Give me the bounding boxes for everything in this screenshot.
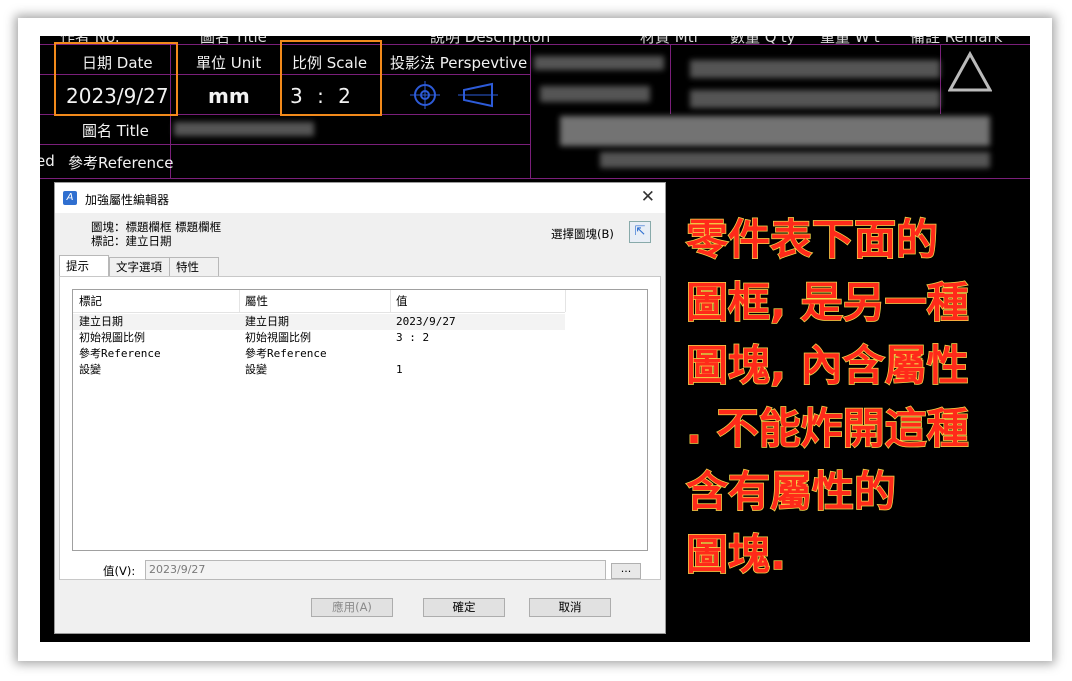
reference-label: 參考Reference (68, 154, 174, 172)
annotation-line: 零件表下面的 (685, 214, 939, 265)
annotation-line: 圖框, 是另一種 (685, 277, 969, 328)
perspective-label: 投影法 Perspevtive (390, 54, 528, 72)
row-value: 1 (396, 363, 403, 376)
row-prompt: 設變 (245, 363, 267, 376)
row-prompt: 初始視圖比例 (245, 331, 311, 344)
top-row-label-4: 材質 Mtl (640, 36, 698, 46)
table-row[interactable]: 初始視圖比例 初始視圖比例 3 : 2 (73, 330, 565, 346)
more-button[interactable]: ... (611, 563, 641, 579)
left-fragment-text: ed (40, 152, 55, 170)
annotation-text: 零件表下面的 圖框, 是另一種 圖塊, 內含屬性 . 不能炸開這種 含有屬性的 … (685, 208, 1006, 586)
block-info: 圖塊：標題欄框 標題欄框 標記：建立日期 (91, 220, 221, 248)
select-block-label: 選擇圖塊(B) (551, 227, 614, 241)
blurred-text (534, 56, 664, 70)
blurred-text (690, 90, 940, 108)
top-row-label-7: 備註 Remark (910, 36, 1003, 46)
top-row-label-2: 圖名 Title (200, 36, 267, 46)
cancel-button[interactable]: 取消 (529, 598, 611, 617)
value-input[interactable]: 2023/9/27 (145, 560, 606, 580)
unit-label: 單位 Unit (196, 54, 262, 72)
annotation-line: 圖塊. (685, 529, 786, 580)
column-header-prompt[interactable]: 屬性 (239, 290, 391, 312)
row-value: 2023/9/27 (396, 315, 456, 328)
scale-highlight-box (280, 40, 382, 116)
attribute-list[interactable]: 標記 屬性 值 建立日期 建立日期 2023/9/27 初始視圖比例 初始視圖比… (72, 289, 648, 551)
unit-value: mm (208, 84, 250, 108)
tab-attribute[interactable]: 提示 (59, 255, 109, 277)
ok-button[interactable]: 確定 (423, 598, 505, 617)
select-block-button[interactable]: ⇱ (629, 221, 651, 243)
table-row[interactable]: 參考Reference 參考Reference (73, 346, 565, 362)
title-label: 圖名 Title (82, 122, 149, 140)
column-header-value[interactable]: 值 (390, 290, 566, 312)
dialog-title: 加強屬性編輯器 (85, 193, 170, 207)
annotation-line: 圖塊, 內含屬性 (685, 340, 969, 391)
table-row[interactable]: 建立日期 建立日期 2023/9/27 (73, 314, 565, 330)
row-prompt: 建立日期 (245, 315, 289, 328)
dialog-title-bar[interactable]: A 加強屬性編輯器 ✕ (55, 183, 665, 213)
blurred-text (540, 86, 650, 102)
apply-button[interactable]: 應用(A) (311, 598, 393, 617)
top-row-label-5: 數量 Q'ty (730, 36, 796, 46)
row-tag: 初始視圖比例 (79, 331, 145, 344)
date-highlight-box (54, 42, 178, 116)
value-label: 值(V): (103, 564, 136, 578)
row-tag: 參考Reference (79, 347, 161, 360)
tab-properties[interactable]: 特性 (169, 257, 219, 277)
top-row-label-6: 重量 W't (820, 36, 880, 46)
row-value: 3 : 2 (396, 331, 430, 344)
app-icon: A (63, 191, 77, 205)
column-header-tag[interactable]: 標記 (73, 290, 240, 312)
blurred-text (690, 60, 940, 78)
tag-line: 標記：建立日期 (91, 234, 172, 248)
blurred-title-value (174, 122, 314, 136)
annotation-line: . 不能炸開這種 (685, 403, 969, 454)
attribute-panel: 標記 屬性 值 建立日期 建立日期 2023/9/27 初始視圖比例 初始視圖比… (59, 276, 661, 580)
tab-text-options[interactable]: 文字選項 (109, 257, 171, 277)
blurred-company-name (560, 116, 990, 146)
warning-triangle-icon (948, 50, 992, 92)
blurred-company-subtitle (600, 152, 990, 168)
projection-symbol-icon (410, 81, 498, 109)
row-prompt: 參考Reference (245, 347, 327, 360)
list-header: 標記 屬性 值 (73, 290, 566, 313)
table-row[interactable]: 設變 設變 1 (73, 362, 565, 378)
top-row-label-3: 說明 Description (430, 36, 551, 46)
block-line: 圖塊：標題欄框 標題欄框 (91, 220, 222, 234)
row-tag: 設變 (79, 363, 101, 376)
close-icon[interactable]: ✕ (641, 187, 655, 207)
row-tag: 建立日期 (79, 315, 123, 328)
annotation-line: 含有屬性的 (685, 466, 897, 517)
enhanced-attribute-editor-dialog: A 加強屬性編輯器 ✕ 圖塊：標題欄框 標題欄框 標記：建立日期 選擇圖塊(B)… (54, 182, 666, 634)
